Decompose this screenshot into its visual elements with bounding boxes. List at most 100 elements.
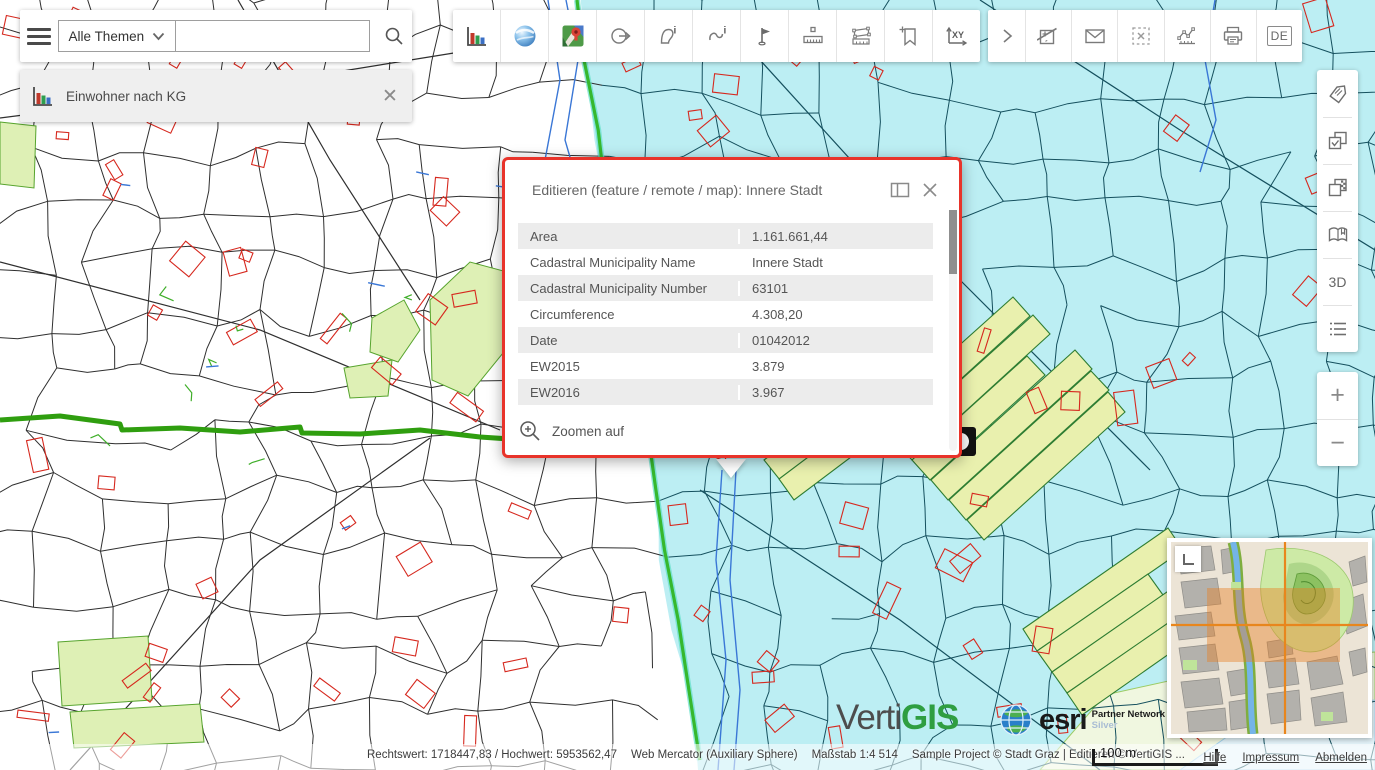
row-value: 4.308,20 — [740, 307, 933, 322]
minimap-collapse-button[interactable] — [1175, 546, 1201, 572]
feature-edit-dialog: Editieren (feature / remote / map): Inne… — [502, 157, 962, 458]
google-maps-icon — [560, 23, 586, 49]
dialog-dock-button[interactable] — [885, 177, 915, 203]
logout-link[interactable]: Abmelden — [1315, 752, 1367, 764]
zoom-in-button[interactable]: + — [1317, 372, 1358, 419]
transparency-icon — [1326, 176, 1350, 200]
measure-area-button[interactable] — [837, 10, 885, 62]
add-bookmark-button[interactable] — [885, 10, 933, 62]
clear-selection-button[interactable] — [1118, 10, 1164, 62]
status-scale: Maßstab 1:4 514 — [812, 749, 898, 761]
row-label: Cadastral Municipality Number — [518, 281, 740, 296]
status-text: Rechtswert: 1718447,83 / Hochwert: 59535… — [367, 749, 1199, 761]
zoom-to-label: Zoomen auf — [552, 424, 624, 439]
search-box: Alle Themen — [58, 20, 371, 52]
row-label: EW2015 — [518, 359, 740, 374]
line-info-icon: i — [705, 24, 729, 48]
row-label: Area — [518, 229, 740, 244]
label-tag-button[interactable] — [1317, 70, 1358, 117]
dialog-title: Editieren (feature / remote / map): Inne… — [532, 182, 885, 198]
esri-logo-text: esri — [1039, 704, 1087, 737]
collapse-corner-icon — [1183, 554, 1194, 565]
book-icon — [1326, 223, 1350, 247]
toolbar-secondary: DE — [988, 10, 1302, 62]
dialog-close-button[interactable] — [915, 177, 945, 203]
toolbar-main: i i XY — [453, 10, 980, 62]
dialog-callout-pointer — [716, 459, 746, 478]
row-value: Innere Stadt — [740, 255, 933, 270]
flag-marker-icon — [753, 24, 777, 48]
table-row: Cadastral Municipality NameInnere Stadt — [518, 249, 933, 275]
statistics-chart-icon — [465, 24, 489, 48]
flag-marker-button[interactable] — [741, 10, 789, 62]
table-row: EW20163.967 — [518, 379, 933, 405]
measure-area-icon — [849, 24, 873, 48]
view-3d-button[interactable]: 3D — [1317, 258, 1358, 305]
layer-list-button[interactable] — [1317, 305, 1358, 352]
language-label: DE — [1267, 26, 1293, 46]
imprint-link[interactable]: Impressum — [1242, 752, 1299, 764]
svg-text:i: i — [673, 26, 676, 37]
measure-distance-button[interactable] — [789, 10, 837, 62]
close-icon — [922, 182, 938, 198]
print-button[interactable] — [1211, 10, 1257, 62]
tag-icon — [1326, 82, 1350, 106]
coordinates-xy-button[interactable]: XY — [933, 10, 980, 62]
overview-minimap[interactable] — [1167, 538, 1372, 738]
dialog-scrollbar[interactable] — [949, 210, 957, 451]
row-label: Date — [518, 333, 740, 348]
clear-selection-icon — [1129, 24, 1153, 48]
row-label: EW2016 — [518, 385, 740, 400]
zoom-out-button[interactable]: − — [1317, 419, 1358, 466]
legend-book-button[interactable] — [1317, 211, 1358, 258]
scrollbar-thumb[interactable] — [949, 210, 957, 274]
mail-icon — [1083, 24, 1107, 48]
vertigis-logo-part1: Verti — [836, 698, 901, 737]
row-value: 3.967 — [740, 385, 933, 400]
vertigis-logo-part2: GIS — [901, 698, 958, 737]
chevron-right-icon — [998, 26, 1016, 46]
svg-text:XY: XY — [952, 30, 964, 40]
search-button[interactable] — [376, 10, 412, 62]
area-info-icon: i — [657, 24, 681, 48]
google-earth-button[interactable] — [501, 10, 549, 62]
profile-measure-button[interactable] — [1165, 10, 1211, 62]
expand-more-button[interactable] — [988, 10, 1026, 62]
transparency-swipe-button[interactable] — [1317, 164, 1358, 211]
menu-button[interactable] — [20, 10, 58, 62]
select-overlap-button[interactable] — [1317, 117, 1358, 164]
attribute-table: Area1.161.661,44 Cadastral Municipality … — [518, 223, 933, 405]
sidebar-tools: 3D — [1317, 70, 1358, 352]
view-3d-label: 3D — [1329, 274, 1347, 290]
statistics-chart-button[interactable] — [453, 10, 501, 62]
topic-dropdown-label: Alle Themen — [69, 29, 145, 44]
status-bar: Rechtswert: 1718447,83 / Hochwert: 59535… — [0, 744, 1375, 770]
goto-position-button[interactable] — [597, 10, 645, 62]
esri-partner-text: Partner NetworkSilver — [1092, 709, 1165, 731]
zoom-controls: + − — [1317, 372, 1358, 466]
language-button[interactable]: DE — [1257, 10, 1302, 62]
row-label: Circumference — [518, 307, 740, 322]
area-info-button[interactable]: i — [645, 10, 693, 62]
select-layers-icon — [1326, 129, 1350, 153]
row-value: 63101 — [740, 281, 933, 296]
add-bookmark-icon — [897, 24, 921, 48]
google-maps-button[interactable] — [549, 10, 597, 62]
dock-panel-icon — [890, 182, 910, 198]
edit-feature-button[interactable] — [1026, 10, 1072, 62]
zoom-to-action[interactable]: Zoomen auf — [518, 419, 624, 443]
chart-result-panel[interactable]: Einwohner nach KG ✕ — [20, 70, 412, 122]
google-earth-icon — [512, 23, 538, 49]
send-mail-button[interactable] — [1072, 10, 1118, 62]
svg-text:i: i — [723, 26, 726, 37]
scale-bar-label: 100 m — [1100, 745, 1136, 760]
help-link[interactable]: Hilfe — [1203, 752, 1226, 764]
measure-distance-icon — [801, 24, 825, 48]
table-row: Circumference4.308,20 — [518, 301, 933, 327]
line-info-button[interactable]: i — [693, 10, 741, 62]
chart-panel-close-button[interactable]: ✕ — [368, 70, 412, 122]
search-input[interactable] — [176, 21, 369, 51]
esri-logo: esri Partner NetworkSilver — [998, 702, 1165, 738]
esri-globe-icon — [998, 702, 1034, 738]
topic-dropdown[interactable]: Alle Themen — [59, 21, 177, 51]
